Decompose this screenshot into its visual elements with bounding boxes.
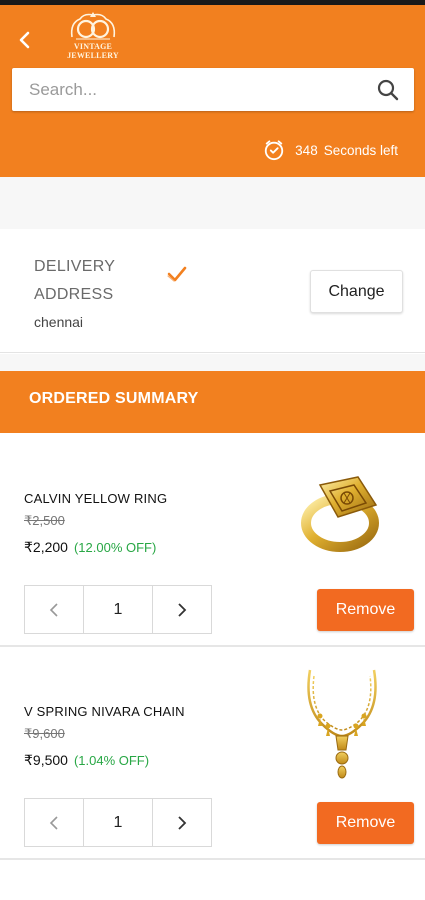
product-image-necklace[interactable] <box>292 666 392 786</box>
delivery-address-label: DELIVERY ADDRESS <box>34 253 154 309</box>
remove-button[interactable]: Remove <box>317 589 414 631</box>
timer-icon <box>265 140 284 161</box>
quantity-stepper: 1 <box>24 585 212 634</box>
search-bar <box>12 68 414 111</box>
quantity-value: 1 <box>113 600 123 618</box>
price-row: ₹9,500 (1.04% OFF) <box>24 752 149 769</box>
increase-qty-button[interactable] <box>152 586 211 633</box>
logo-line-2: JEWELLERY <box>67 51 119 60</box>
chevron-right-icon <box>178 602 187 617</box>
timer-seconds: 348 <box>295 142 318 158</box>
ordered-summary-header: ORDERED SUMMARY <box>0 371 425 433</box>
increase-qty-button[interactable] <box>152 799 211 846</box>
timer-label: Seconds left <box>323 142 398 158</box>
quantity-stepper: 1 <box>24 798 212 847</box>
chevron-right-icon <box>178 815 187 830</box>
discount-label: (1.04% OFF) <box>73 753 150 768</box>
chevron-left-icon <box>49 602 58 617</box>
current-price: ₹2,200 <box>24 539 68 555</box>
current-price: ₹9,500 <box>24 752 68 768</box>
decrease-qty-button[interactable] <box>25 586 84 633</box>
back-button[interactable] <box>12 27 38 53</box>
product-name: V SPRING NIVARA CHAIN <box>24 704 185 719</box>
app-header: VINTAGE JEWELLERY 348 Seconds left <box>0 5 425 177</box>
section-title: ORDERED SUMMARY <box>29 390 199 407</box>
order-item: V SPRING NIVARA CHAIN ₹9,600 ₹9,500 (1.04… <box>0 648 425 860</box>
discount-label: (12.00% OFF) <box>73 540 157 555</box>
search-icon[interactable] <box>376 78 400 102</box>
session-timer: 348 Seconds left <box>263 139 398 161</box>
delivery-address-card: DELIVERY ADDRESS chennai Change <box>0 229 425 353</box>
quantity-value: 1 <box>113 813 123 831</box>
original-price: ₹9,600 <box>24 726 65 741</box>
logo-line-1: VINTAGE <box>73 42 113 51</box>
brand-logo: VINTAGE JEWELLERY <box>62 9 124 69</box>
address-label-line-2: ADDRESS <box>34 286 114 303</box>
product-name: CALVIN YELLOW RING <box>24 491 168 506</box>
product-image-ring[interactable] <box>292 465 392 555</box>
spacer <box>0 354 425 371</box>
order-item: CALVIN YELLOW RING ₹2,500 ₹2,200 (12.00% … <box>0 435 425 647</box>
chevron-left-icon <box>19 31 30 49</box>
search-input[interactable] <box>12 68 372 111</box>
original-price: ₹2,500 <box>24 513 65 528</box>
change-address-button[interactable]: Change <box>310 270 403 313</box>
chevron-left-icon <box>49 815 58 830</box>
spacer <box>0 177 425 229</box>
check-icon <box>167 266 187 282</box>
decrease-qty-button[interactable] <box>25 799 84 846</box>
remove-button[interactable]: Remove <box>317 802 414 844</box>
address-city: chennai <box>34 314 84 330</box>
address-label-line-1: DELIVERY <box>34 258 116 275</box>
price-row: ₹2,200 (12.00% OFF) <box>24 539 156 556</box>
